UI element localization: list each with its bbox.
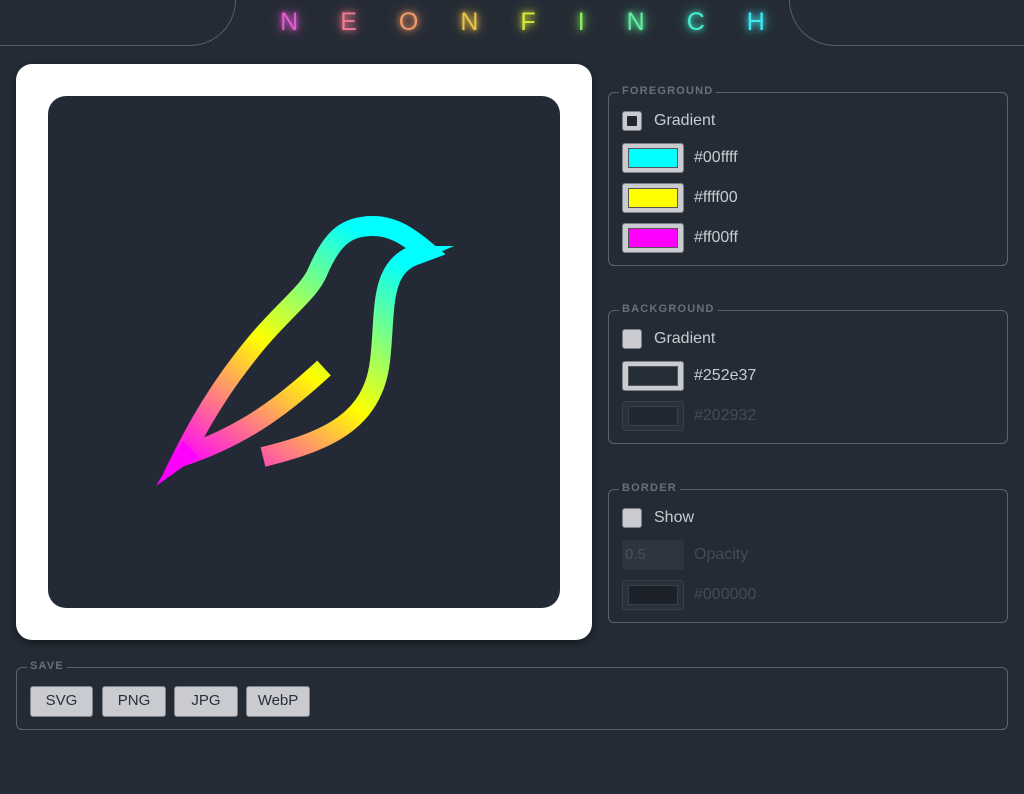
border-show-row[interactable]: Show [622,508,694,528]
border-opacity-input: 0.5 [622,540,684,570]
border-color-row: #000000 [622,580,756,610]
header-left-tab [0,0,236,46]
foreground-gradient-row[interactable]: Gradient [622,111,715,131]
save-jpg-button[interactable]: JPG [174,686,238,717]
save-webp-button[interactable]: WebP [246,686,310,717]
background-color-row-1: #252e37 [622,361,756,391]
foreground-gradient-label: Gradient [654,112,716,129]
title-letter: C [686,8,726,36]
background-gradient-label: Gradient [654,330,716,347]
background-group: BACKGROUND Gradient #252e37 #202932 [608,303,1008,444]
border-legend: BORDER [619,482,680,494]
title-letter: F [520,8,557,36]
foreground-legend: FOREGROUND [619,85,717,97]
app-title: NEONFINCH [236,8,788,37]
title-letter: H [746,8,786,36]
foreground-color-3-label: #ff00ff [694,229,738,246]
finch-logo-shape [163,215,446,474]
foreground-color-3-picker[interactable] [622,223,684,253]
preview-canvas [48,96,560,608]
border-color-label: #000000 [694,586,757,603]
background-color-2-label: #202932 [694,407,757,424]
background-gradient-row[interactable]: Gradient [622,329,715,349]
border-color-picker [622,580,684,610]
save-png-button[interactable]: PNG [102,686,166,717]
border-opacity-row: 0.5 Opacity [622,540,748,570]
save-svg-button[interactable]: SVG [30,686,93,717]
finch-beak-icon [418,246,454,261]
border-group: BORDER Show 0.5 Opacity #000000 [608,482,1008,623]
background-color-1-label: #252e37 [694,367,757,384]
foreground-group: FOREGROUND Gradient #00ffff #ffff00 #ff0… [608,85,1008,266]
border-show-label: Show [654,509,695,526]
save-legend: SAVE [27,660,67,672]
title-letter: N [460,8,500,36]
background-gradient-checkbox[interactable] [622,329,642,349]
title-letter: N [626,8,666,36]
save-group: SAVE SVG PNG JPG WebP [16,660,1008,730]
header-right-tab [789,0,1024,46]
border-opacity-label: Opacity [694,546,749,563]
foreground-color-2-label: #ffff00 [694,189,738,206]
background-color-2-picker [622,401,684,431]
title-letter: O [398,8,440,36]
border-show-checkbox[interactable] [622,508,642,528]
title-letter: I [577,8,606,36]
foreground-color-1-label: #00ffff [694,149,738,166]
foreground-color-2-picker[interactable] [622,183,684,213]
foreground-color-row-3: #ff00ff [622,223,738,253]
foreground-gradient-checkbox[interactable] [622,111,642,131]
finch-logo-icon [156,215,454,486]
foreground-color-row-2: #ffff00 [622,183,738,213]
foreground-color-row-1: #00ffff [622,143,738,173]
foreground-color-1-picker[interactable] [622,143,684,173]
background-color-row-2: #202932 [622,401,756,431]
title-letter: N [280,8,320,36]
preview-card [16,64,592,640]
title-letter: E [340,8,378,36]
background-legend: BACKGROUND [619,303,718,315]
background-color-1-picker[interactable] [622,361,684,391]
